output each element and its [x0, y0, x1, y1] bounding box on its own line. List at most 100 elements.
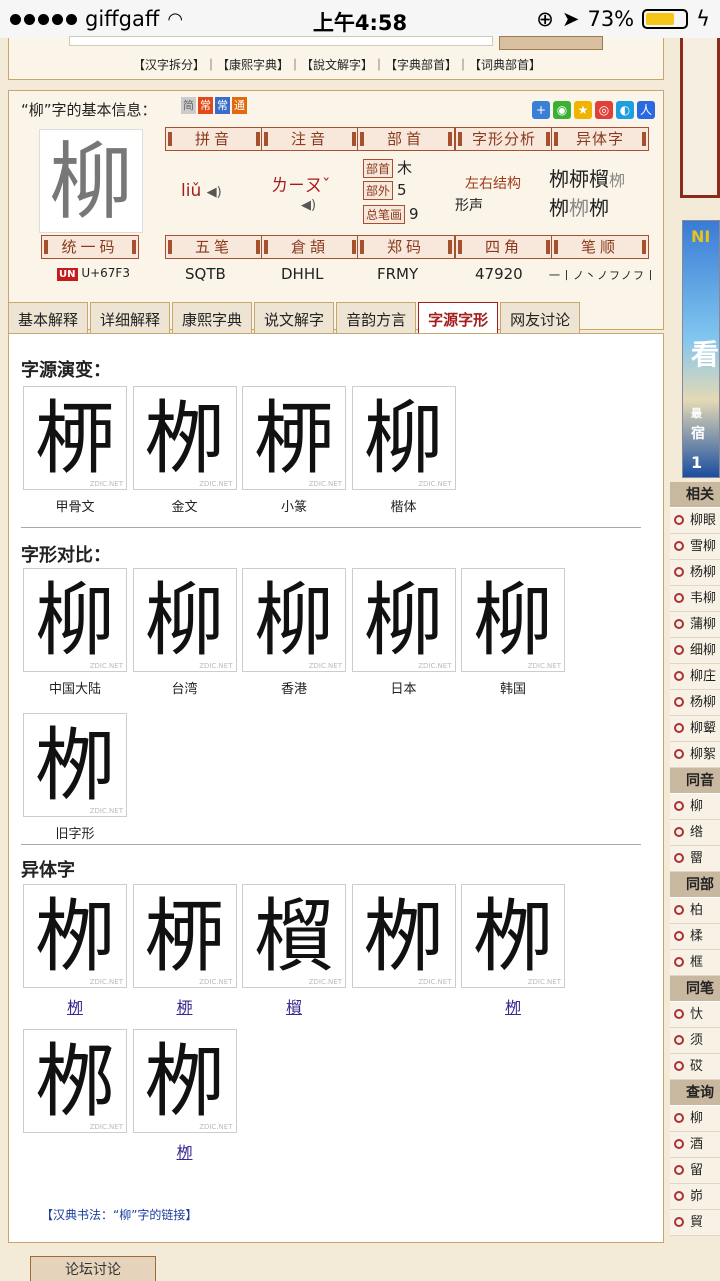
unicode-value: UN U+67F3 — [57, 266, 130, 281]
tab-detailed[interactable]: 详细解释 — [90, 302, 171, 336]
tab-shuowen[interactable]: 说文解字 — [254, 302, 335, 336]
common-tag[interactable]: 常 — [198, 97, 213, 114]
variant-link[interactable]: 栁 — [589, 196, 609, 220]
search-button[interactable] — [499, 36, 603, 50]
variant-link[interactable]: 栁 — [549, 167, 569, 191]
bishun-value: 一丨ノ丶ノフノフ丨 — [549, 269, 657, 282]
qzone-icon[interactable]: ★ — [574, 101, 592, 119]
forum-button[interactable]: 论坛讨论 — [30, 1256, 156, 1281]
sidebar-link[interactable]: 杨柳 — [670, 560, 720, 586]
sidebar-link[interactable]: 罶 — [670, 846, 720, 872]
general-tag[interactable]: 通 — [232, 97, 247, 114]
bullet-icon — [674, 1035, 684, 1045]
speaker-icon[interactable]: ◀) — [207, 185, 222, 200]
sidebar-group-header: 同笔 — [670, 976, 720, 1002]
glyph-cell[interactable]: 栁 ZDIC.NET — [351, 884, 456, 994]
glyph-cell[interactable]: 桺 ZDIC.NET 桺 — [132, 884, 237, 1018]
search-input[interactable] — [69, 36, 493, 46]
sidebar-link[interactable]: 柳眼 — [670, 508, 720, 534]
glyph-caption: 日本 — [390, 682, 417, 697]
weibo-icon[interactable]: ◎ — [595, 101, 613, 119]
bushou-row: 部首木 — [363, 157, 412, 178]
variant-link[interactable]: 橮 — [589, 167, 609, 191]
zongbi-value: 9 — [409, 205, 419, 223]
sidebar-link[interactable]: 柳庄 — [670, 664, 720, 690]
variant-link[interactable]: 栁 — [609, 171, 625, 190]
zhuyin-speaker[interactable]: ◀) — [301, 195, 316, 213]
glyph-cell[interactable]: 栁 ZDIC.NET 栁 — [461, 884, 565, 1018]
ad-text: 1 — [691, 453, 703, 472]
glyph-caption[interactable]: 桺 — [133, 994, 237, 1018]
sidebar-link[interactable]: 框 — [670, 950, 720, 976]
watermark: ZDIC.NET — [199, 1123, 233, 1131]
glyph-cell[interactable]: 栁 ZDIC.NET 栁 — [23, 884, 127, 1018]
watermark: ZDIC.NET — [89, 807, 123, 815]
sidebar-link[interactable]: 楺 — [670, 924, 720, 950]
glyph-cell[interactable]: 桞 ZDIC.NET — [23, 1029, 127, 1139]
advertisement[interactable]: NI 看 最 宿 1 — [682, 220, 720, 478]
tencent-icon[interactable]: ◐ — [616, 101, 634, 119]
related-words-list: 相关 柳眼 雪柳 杨柳 韦柳 蒲柳 细柳 柳庄 杨柳 柳颦 柳絮 同音柳绺罶同部柏楺框同笔忕须砹查询柳… — [670, 482, 720, 1236]
sidebar-link[interactable]: 柳絮 — [670, 742, 720, 768]
tab-forum[interactable]: 网友讨论 — [500, 302, 581, 336]
variant-link[interactable]: 栁 — [569, 196, 589, 220]
sidebar-link[interactable]: 酒 — [670, 1132, 720, 1158]
glyph-caption[interactable]: 栁 — [23, 994, 127, 1018]
tab-ziyuan[interactable]: 字源字形 — [418, 302, 499, 336]
glyph-caption[interactable]: 栁 — [133, 1139, 237, 1163]
glyph-caption: 甲骨文 — [55, 500, 95, 515]
watermark: ZDIC.NET — [308, 978, 342, 986]
sidebar-link[interactable]: 柏 — [670, 898, 720, 924]
label-wubi: 五笔 — [165, 235, 263, 259]
speaker-icon[interactable]: ◀) — [301, 198, 316, 213]
glyph-image: 柳 ZDIC.NET — [461, 568, 565, 672]
variant-link[interactable]: 桺 — [569, 167, 589, 191]
glyph-cell[interactable]: 栁 ZDIC.NET 栁 — [132, 1029, 237, 1163]
sidebar-link[interactable]: 雪柳 — [670, 534, 720, 560]
label-pinyin: 拼音 — [165, 127, 263, 151]
sidebar-link[interactable]: 砹 — [670, 1054, 720, 1080]
wechat-icon[interactable]: ◉ — [553, 101, 571, 119]
glyph-image: 栁 ZDIC.NET — [23, 713, 127, 817]
watermark: ZDIC.NET — [418, 978, 452, 986]
location-icon: ➤ — [561, 7, 580, 31]
sidebar-link[interactable]: 柳 — [670, 794, 720, 820]
sidebar-link[interactable]: 细柳 — [670, 638, 720, 664]
glyph-caption[interactable]: 栁 — [461, 994, 565, 1018]
glyph-caption: 香港 — [280, 682, 307, 697]
sidebar-link[interactable]: 留 — [670, 1158, 720, 1184]
sidebar-link[interactable]: 蒲柳 — [670, 612, 720, 638]
sidebar-link[interactable]: 绺 — [670, 820, 720, 846]
glyph-caption[interactable]: 橮 — [242, 994, 346, 1018]
watermark: ZDIC.NET — [418, 480, 452, 488]
tab-yinyun[interactable]: 音韵方言 — [336, 302, 417, 336]
zhuyin-value: ㄌㄧㄡˇ — [271, 176, 331, 196]
variants-small: 栁桺橮栁 栁栁栁 — [549, 163, 625, 221]
sidebar-link[interactable]: 峁 — [670, 1184, 720, 1210]
glyph-image: 栁 ZDIC.NET — [351, 884, 456, 988]
renren-icon[interactable]: 人 — [637, 101, 655, 119]
sidebar-link[interactable]: 柳 — [670, 1106, 720, 1132]
label-bishun: 笔顺 — [551, 235, 649, 259]
bullet-icon — [674, 619, 684, 629]
glyph-cell: 桺 ZDIC.NET 小篆 — [242, 386, 346, 515]
sidebar-link[interactable]: 忕 — [670, 1002, 720, 1028]
calligraphy-link[interactable]: 【汉典书法：“柳”字的链接】 — [41, 1206, 197, 1223]
tab-kangxi[interactable]: 康熙字典 — [172, 302, 253, 336]
sidebar-link[interactable]: 杨柳 — [670, 690, 720, 716]
watermark: ZDIC.NET — [199, 662, 233, 670]
sidebar-link[interactable]: 韦柳 — [670, 586, 720, 612]
bullet-icon — [674, 1061, 684, 1071]
simplified-tag[interactable]: 简 — [181, 97, 196, 114]
bullet-icon — [674, 1009, 684, 1019]
add-icon[interactable]: + — [532, 101, 550, 119]
sidebar-link[interactable]: 貿 — [670, 1210, 720, 1236]
sidebar-link[interactable]: 柳颦 — [670, 716, 720, 742]
sidebar-link[interactable]: 须 — [670, 1028, 720, 1054]
bullet-icon — [674, 645, 684, 655]
glyph-cell[interactable]: 橮 ZDIC.NET 橮 — [242, 884, 346, 1018]
dictionary-links[interactable]: 【汉字拆分】｜【康熙字典】｜【說文解字】｜【字典部首】｜【词典部首】 — [9, 56, 665, 73]
variant-link[interactable]: 栁 — [549, 196, 569, 220]
tab-basic[interactable]: 基本解释 — [8, 302, 89, 336]
common-tag-2[interactable]: 常 — [215, 97, 230, 114]
